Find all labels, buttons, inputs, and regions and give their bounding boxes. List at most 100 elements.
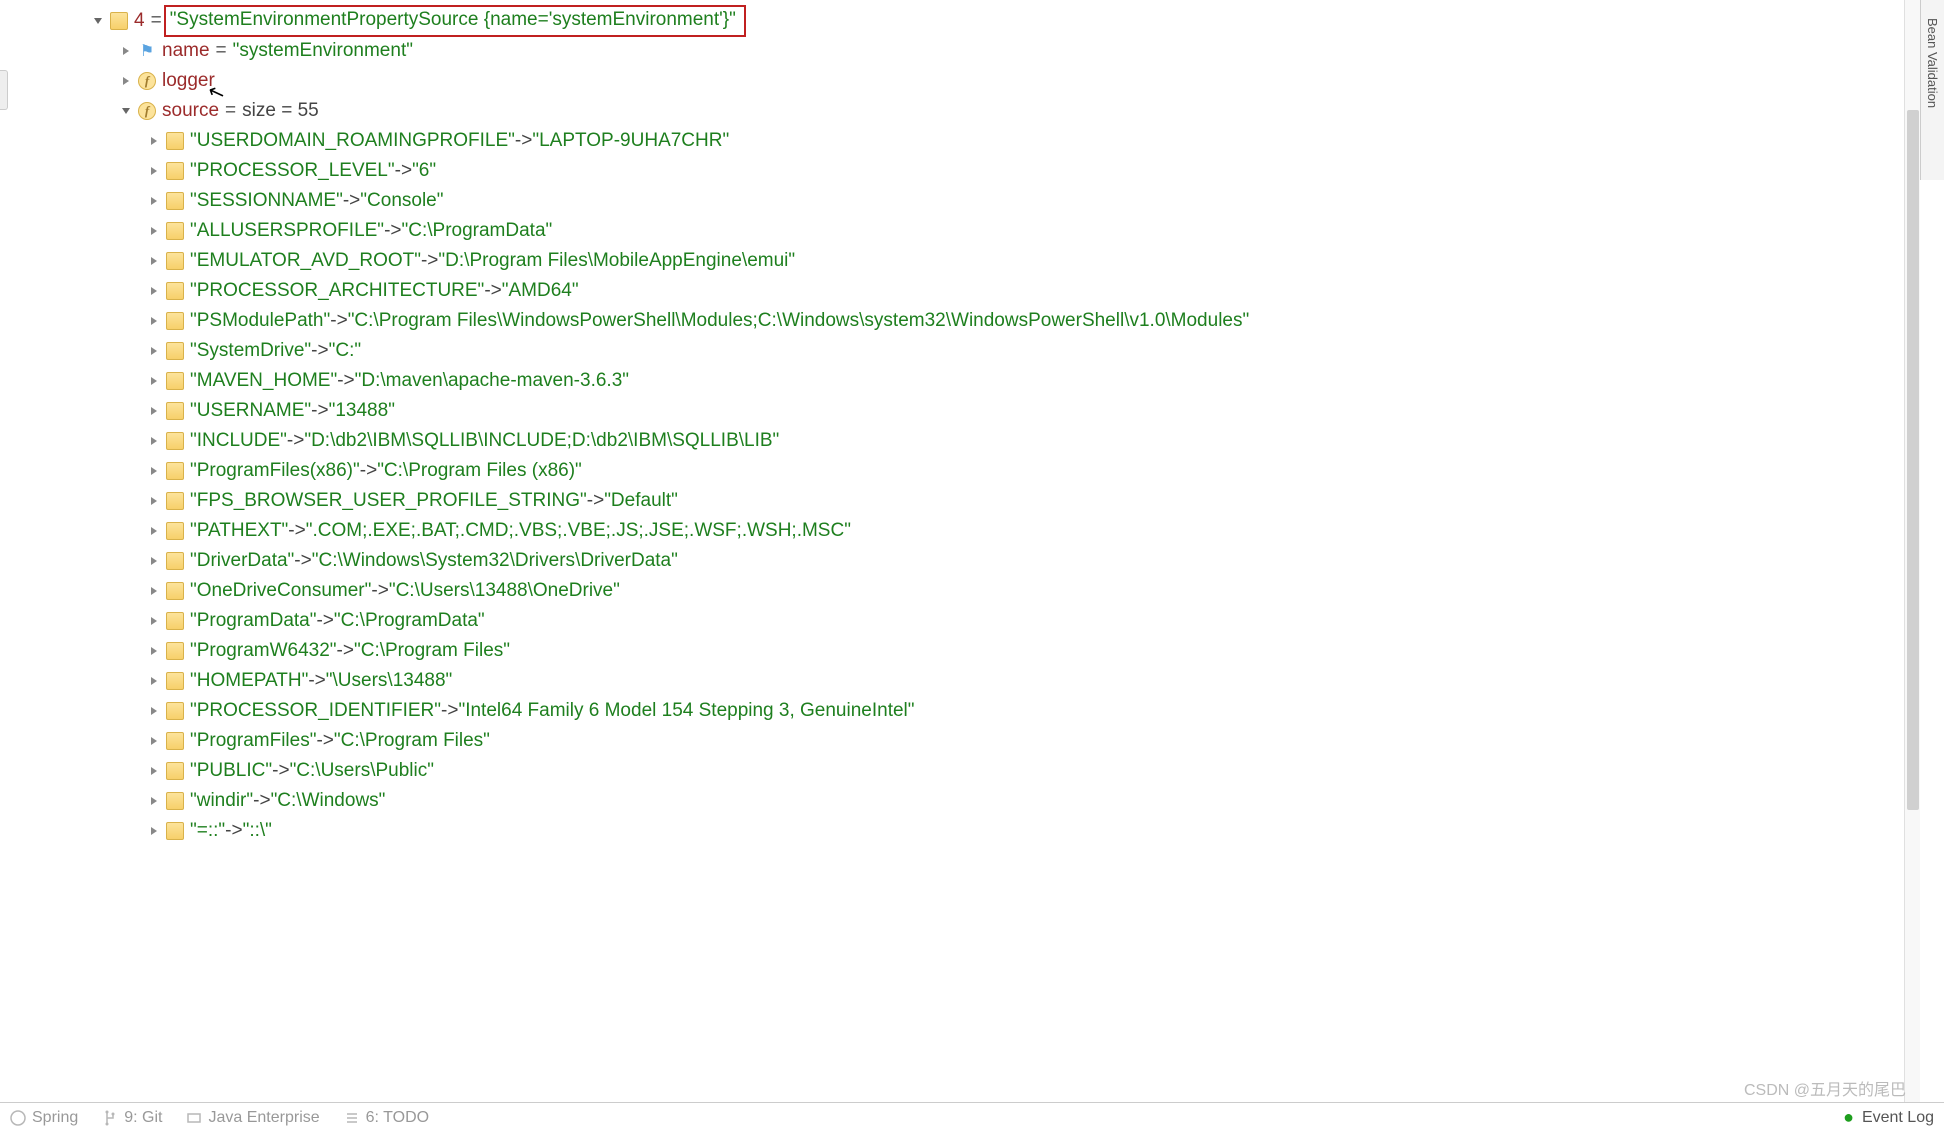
chevron-right-icon[interactable] bbox=[118, 43, 134, 59]
tree-row-entry[interactable]: "FPS_BROWSER_USER_PROFILE_STRING" -> "De… bbox=[0, 486, 1944, 516]
map-entry-icon bbox=[166, 162, 184, 180]
tree-row-entry[interactable]: "INCLUDE" -> "D:\db2\IBM\SQLLIB\INCLUDE;… bbox=[0, 426, 1944, 456]
scrollbar-thumb[interactable] bbox=[1907, 110, 1919, 810]
tree-row-entry[interactable]: "DriverData" -> "C:\Windows\System32\Dri… bbox=[0, 546, 1944, 576]
tree-row-entry[interactable]: "=::" -> "::\" bbox=[0, 816, 1944, 846]
left-collapsed-panel[interactable] bbox=[0, 70, 8, 110]
entry-key: "PROCESSOR_IDENTIFIER" bbox=[190, 700, 441, 722]
chevron-right-icon[interactable] bbox=[146, 193, 162, 209]
tree-row-entry[interactable]: "ProgramData" -> "C:\ProgramData" bbox=[0, 606, 1944, 636]
tree-row-name[interactable]: ⚑ name = "systemEnvironment" bbox=[0, 36, 1944, 66]
bean-validation-tab[interactable]: Bean Validation bbox=[1925, 18, 1940, 108]
scrollbar-track[interactable] bbox=[1904, 0, 1920, 1132]
entry-value: "LAPTOP-9UHA7CHR" bbox=[532, 130, 729, 152]
entry-key: "PUBLIC" bbox=[190, 760, 272, 782]
tree-row-entry[interactable]: "ALLUSERSPROFILE" -> "C:\ProgramData" bbox=[0, 216, 1944, 246]
entry-value: "C:\Windows\System32\Drivers\DriverData" bbox=[312, 550, 678, 572]
root-value-highlighted: "SystemEnvironmentPropertySource {name='… bbox=[164, 5, 746, 37]
tab-spring[interactable]: Spring bbox=[10, 1109, 78, 1127]
chevron-down-icon[interactable] bbox=[118, 103, 134, 119]
tree-row-entry[interactable]: "USERDOMAIN_ROAMINGPROFILE" -> "LAPTOP-9… bbox=[0, 126, 1944, 156]
tree-row-entry[interactable]: "OneDriveConsumer" -> "C:\Users\13488\On… bbox=[0, 576, 1944, 606]
chevron-right-icon[interactable] bbox=[146, 733, 162, 749]
name-label: name bbox=[162, 40, 210, 62]
chevron-right-icon[interactable] bbox=[146, 703, 162, 719]
entry-arrow: -> bbox=[288, 520, 305, 542]
chevron-right-icon[interactable] bbox=[146, 793, 162, 809]
chevron-right-icon[interactable] bbox=[118, 73, 134, 89]
entry-value: "C:\Users\Public" bbox=[290, 760, 434, 782]
chevron-right-icon[interactable] bbox=[146, 163, 162, 179]
entry-arrow: -> bbox=[294, 550, 311, 572]
chevron-down-icon[interactable] bbox=[90, 13, 106, 29]
tree-row-entry[interactable]: "PSModulePath" -> "C:\Program Files\Wind… bbox=[0, 306, 1944, 336]
map-entry-icon bbox=[166, 672, 184, 690]
chevron-right-icon[interactable] bbox=[146, 463, 162, 479]
chevron-right-icon[interactable] bbox=[146, 403, 162, 419]
entry-arrow: -> bbox=[308, 670, 325, 692]
entry-key: "PROCESSOR_ARCHITECTURE" bbox=[190, 280, 484, 302]
chevron-right-icon[interactable] bbox=[146, 493, 162, 509]
tree-row-entry[interactable]: "windir" -> "C:\Windows" bbox=[0, 786, 1944, 816]
chevron-right-icon[interactable] bbox=[146, 823, 162, 839]
tree-row-entry[interactable]: "USERNAME" -> "13488" bbox=[0, 396, 1944, 426]
entry-arrow: -> bbox=[311, 340, 328, 362]
chevron-right-icon[interactable] bbox=[146, 763, 162, 779]
chevron-right-icon[interactable] bbox=[146, 553, 162, 569]
tree-row-entry[interactable]: "PROCESSOR_IDENTIFIER" -> "Intel64 Famil… bbox=[0, 696, 1944, 726]
chevron-right-icon[interactable] bbox=[146, 523, 162, 539]
tab-todo[interactable]: 6: TODO bbox=[344, 1109, 429, 1127]
index-label: 4 bbox=[134, 10, 145, 32]
chevron-right-icon[interactable] bbox=[146, 253, 162, 269]
map-entry-icon bbox=[166, 462, 184, 480]
tree-row-entry[interactable]: "HOMEPATH" -> "\Users\13488" bbox=[0, 666, 1944, 696]
chevron-right-icon[interactable] bbox=[146, 433, 162, 449]
tree-row-entry[interactable]: "SESSIONNAME" -> "Console" bbox=[0, 186, 1944, 216]
entry-key: "OneDriveConsumer" bbox=[190, 580, 371, 602]
chevron-right-icon[interactable] bbox=[146, 133, 162, 149]
tree-row-entry[interactable]: "ProgramW6432" -> "C:\Program Files" bbox=[0, 636, 1944, 666]
entry-value: "D:\maven\apache-maven-3.6.3" bbox=[355, 370, 629, 392]
tree-row-entry[interactable]: "SystemDrive" -> "C:" bbox=[0, 336, 1944, 366]
entry-arrow: -> bbox=[316, 610, 333, 632]
entry-value: "C:\Program Files\WindowsPowerShell\Modu… bbox=[348, 310, 1250, 332]
entry-arrow: -> bbox=[316, 730, 333, 752]
chevron-right-icon[interactable] bbox=[146, 643, 162, 659]
tab-java-enterprise[interactable]: Java Enterprise bbox=[186, 1109, 319, 1127]
entry-key: "EMULATOR_AVD_ROOT" bbox=[190, 250, 421, 272]
tree-row-entry[interactable]: "PROCESSOR_LEVEL" -> "6" bbox=[0, 156, 1944, 186]
entry-arrow: -> bbox=[384, 220, 401, 242]
entry-value: "C:\Program Files" bbox=[334, 730, 490, 752]
entry-key: "ProgramFiles(x86)" bbox=[190, 460, 360, 482]
right-tool-strip[interactable]: Bean Validation bbox=[1920, 0, 1944, 180]
tree-row-root[interactable]: 4 = "SystemEnvironmentPropertySource {na… bbox=[0, 6, 1944, 36]
tree-row-entry[interactable]: "ProgramFiles" -> "C:\Program Files" bbox=[0, 726, 1944, 756]
entry-key: "INCLUDE" bbox=[190, 430, 287, 452]
entry-key: "DriverData" bbox=[190, 550, 294, 572]
chevron-right-icon[interactable] bbox=[146, 343, 162, 359]
event-log-tab[interactable]: Event Log bbox=[1862, 1109, 1934, 1127]
tree-row-source[interactable]: f source = size = 55 bbox=[0, 96, 1944, 126]
tree-row-entry[interactable]: "PATHEXT" -> ".COM;.EXE;.BAT;.CMD;.VBS;.… bbox=[0, 516, 1944, 546]
tree-row-entry[interactable]: "MAVEN_HOME" -> "D:\maven\apache-maven-3… bbox=[0, 366, 1944, 396]
entry-value: "C:\Users\13488\OneDrive" bbox=[389, 580, 620, 602]
chevron-right-icon[interactable] bbox=[146, 613, 162, 629]
chevron-right-icon[interactable] bbox=[146, 673, 162, 689]
map-entry-icon bbox=[166, 612, 184, 630]
map-entry-icon bbox=[166, 822, 184, 840]
entry-arrow: -> bbox=[287, 430, 304, 452]
field-icon: f bbox=[138, 72, 156, 90]
chevron-right-icon[interactable] bbox=[146, 223, 162, 239]
tree-row-entry[interactable]: "PROCESSOR_ARCHITECTURE" -> "AMD64" bbox=[0, 276, 1944, 306]
tab-git[interactable]: 9: Git bbox=[102, 1109, 162, 1127]
map-entry-icon bbox=[166, 282, 184, 300]
tree-row-entry[interactable]: "ProgramFiles(x86)" -> "C:\Program Files… bbox=[0, 456, 1944, 486]
tree-row-entry[interactable]: "EMULATOR_AVD_ROOT" -> "D:\Program Files… bbox=[0, 246, 1944, 276]
chevron-right-icon[interactable] bbox=[146, 583, 162, 599]
chevron-right-icon[interactable] bbox=[146, 373, 162, 389]
entry-value: "Console" bbox=[360, 190, 443, 212]
chevron-right-icon[interactable] bbox=[146, 313, 162, 329]
chevron-right-icon[interactable] bbox=[146, 283, 162, 299]
tree-row-logger[interactable]: f logger bbox=[0, 66, 1944, 96]
tree-row-entry[interactable]: "PUBLIC" -> "C:\Users\Public" bbox=[0, 756, 1944, 786]
